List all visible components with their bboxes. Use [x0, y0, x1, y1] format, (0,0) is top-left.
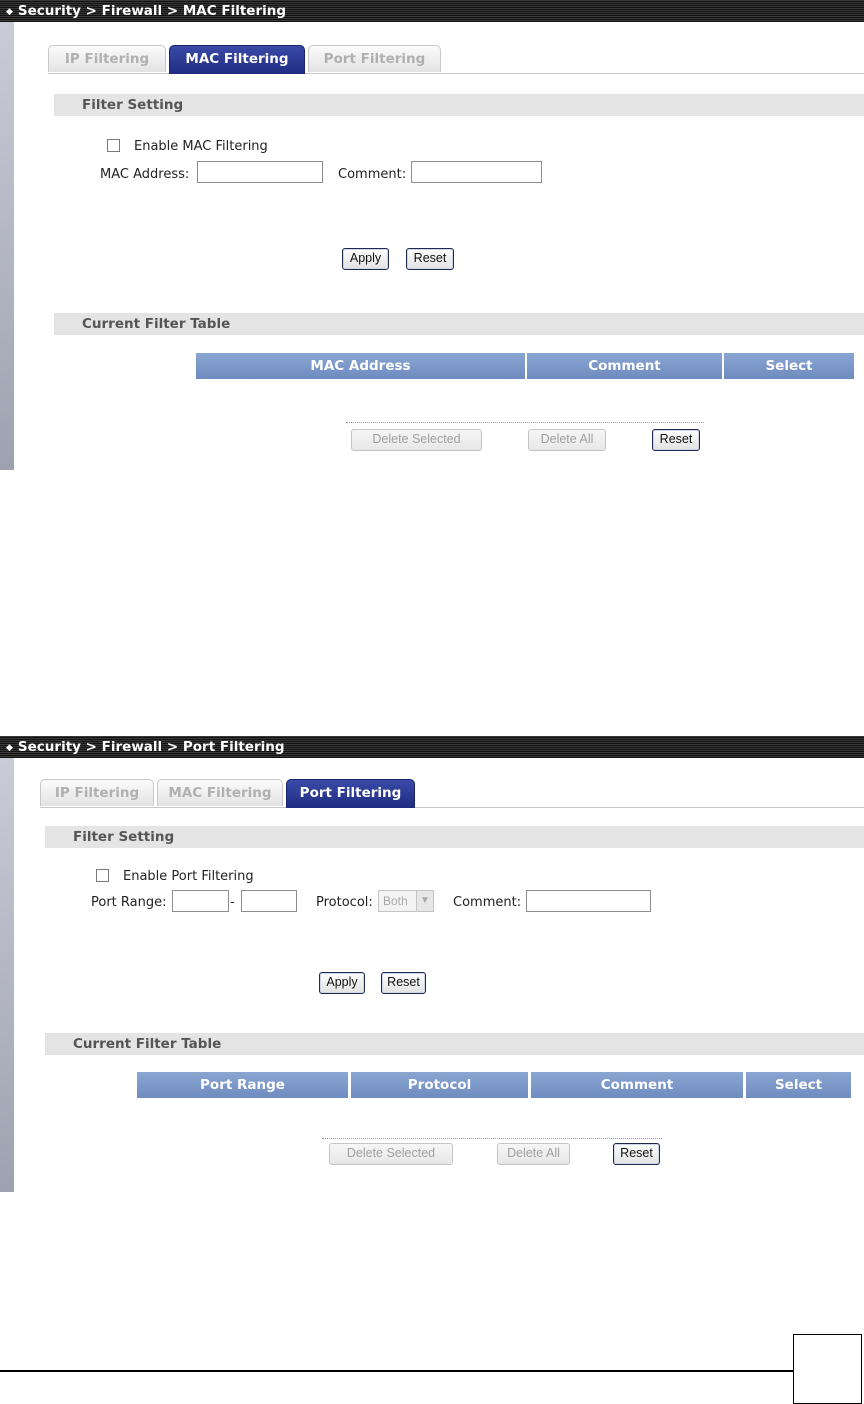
breadcrumb-title: Security > Firewall > Port Filtering: [17, 739, 285, 755]
column-header-comment: Comment: [527, 353, 722, 379]
sidebar: [0, 22, 14, 470]
breadcrumb-bar: ◆ Security > Firewall > MAC Filtering: [0, 0, 864, 22]
filter-setting-heading: Filter Setting: [45, 826, 864, 848]
filter-setting-heading: Filter Setting: [54, 94, 864, 116]
tab-bar: IP Filtering MAC Filtering Port Filterin…: [48, 45, 864, 74]
tab-port-filtering[interactable]: Port Filtering: [286, 779, 415, 808]
mac-address-label: MAC Address:: [100, 167, 190, 182]
port-range-end-input[interactable]: [241, 890, 297, 912]
mac-address-input[interactable]: [197, 161, 323, 183]
protocol-label: Protocol:: [316, 895, 373, 910]
footer-rule: [0, 1370, 793, 1372]
delete-all-button[interactable]: Delete All: [497, 1143, 570, 1165]
table-divider: [346, 422, 704, 423]
mac-filtering-panel: ◆ Security > Firewall > MAC Filtering IP …: [0, 0, 864, 470]
port-range-separator: -: [230, 895, 235, 910]
enable-port-filtering-checkbox[interactable]: [96, 869, 109, 882]
column-header-protocol: Protocol: [351, 1072, 528, 1098]
apply-button[interactable]: Apply: [342, 248, 389, 270]
protocol-select[interactable]: Both ▼: [378, 890, 434, 912]
enable-mac-filtering-checkbox[interactable]: [107, 139, 120, 152]
protocol-selected-value: Both: [383, 894, 408, 908]
enable-mac-filtering-label: Enable MAC Filtering: [134, 139, 268, 154]
column-header-select: Select: [724, 353, 854, 379]
chevron-down-icon[interactable]: ▼: [416, 891, 433, 911]
comment-input[interactable]: [526, 890, 651, 912]
delete-all-button[interactable]: Delete All: [528, 429, 606, 451]
column-header-select: Select: [746, 1072, 851, 1098]
tab-mac-filtering[interactable]: MAC Filtering: [169, 45, 305, 74]
tab-port-filtering[interactable]: Port Filtering: [308, 45, 441, 72]
table-reset-button[interactable]: Reset: [613, 1143, 660, 1165]
delete-selected-button[interactable]: Delete Selected: [329, 1143, 453, 1165]
tab-mac-filtering[interactable]: MAC Filtering: [157, 779, 283, 806]
diamond-icon: ◆: [6, 743, 13, 753]
enable-port-filtering-label: Enable Port Filtering: [123, 869, 254, 884]
sidebar: [0, 758, 14, 1192]
apply-button[interactable]: Apply: [319, 972, 365, 994]
tab-ip-filtering[interactable]: IP Filtering: [40, 779, 154, 806]
column-header-mac-address: MAC Address: [196, 353, 525, 379]
breadcrumb-bar: ◆ Security > Firewall > Port Filtering: [0, 736, 864, 758]
table-reset-button[interactable]: Reset: [652, 429, 700, 451]
column-header-comment: Comment: [531, 1072, 743, 1098]
tab-bar: IP Filtering MAC Filtering Port Filterin…: [40, 779, 864, 808]
port-filtering-panel: ◆ Security > Firewall > Port Filtering IP…: [0, 736, 864, 1192]
diamond-icon: ◆: [6, 7, 13, 17]
comment-input[interactable]: [411, 161, 542, 183]
tab-ip-filtering[interactable]: IP Filtering: [48, 45, 166, 72]
current-filter-table-heading: Current Filter Table: [54, 313, 864, 335]
column-header-port-range: Port Range: [137, 1072, 348, 1098]
table-divider: [322, 1138, 662, 1139]
comment-label: Comment:: [453, 895, 522, 910]
delete-selected-button[interactable]: Delete Selected: [351, 429, 482, 451]
page-number-box: [793, 1334, 862, 1404]
comment-label: Comment:: [338, 167, 407, 182]
breadcrumb-title: Security > Firewall > MAC Filtering: [17, 3, 287, 19]
port-range-start-input[interactable]: [172, 890, 229, 912]
reset-button[interactable]: Reset: [381, 972, 426, 994]
current-filter-table-heading: Current Filter Table: [45, 1033, 864, 1055]
port-range-label: Port Range:: [91, 895, 167, 910]
reset-button[interactable]: Reset: [406, 248, 454, 270]
